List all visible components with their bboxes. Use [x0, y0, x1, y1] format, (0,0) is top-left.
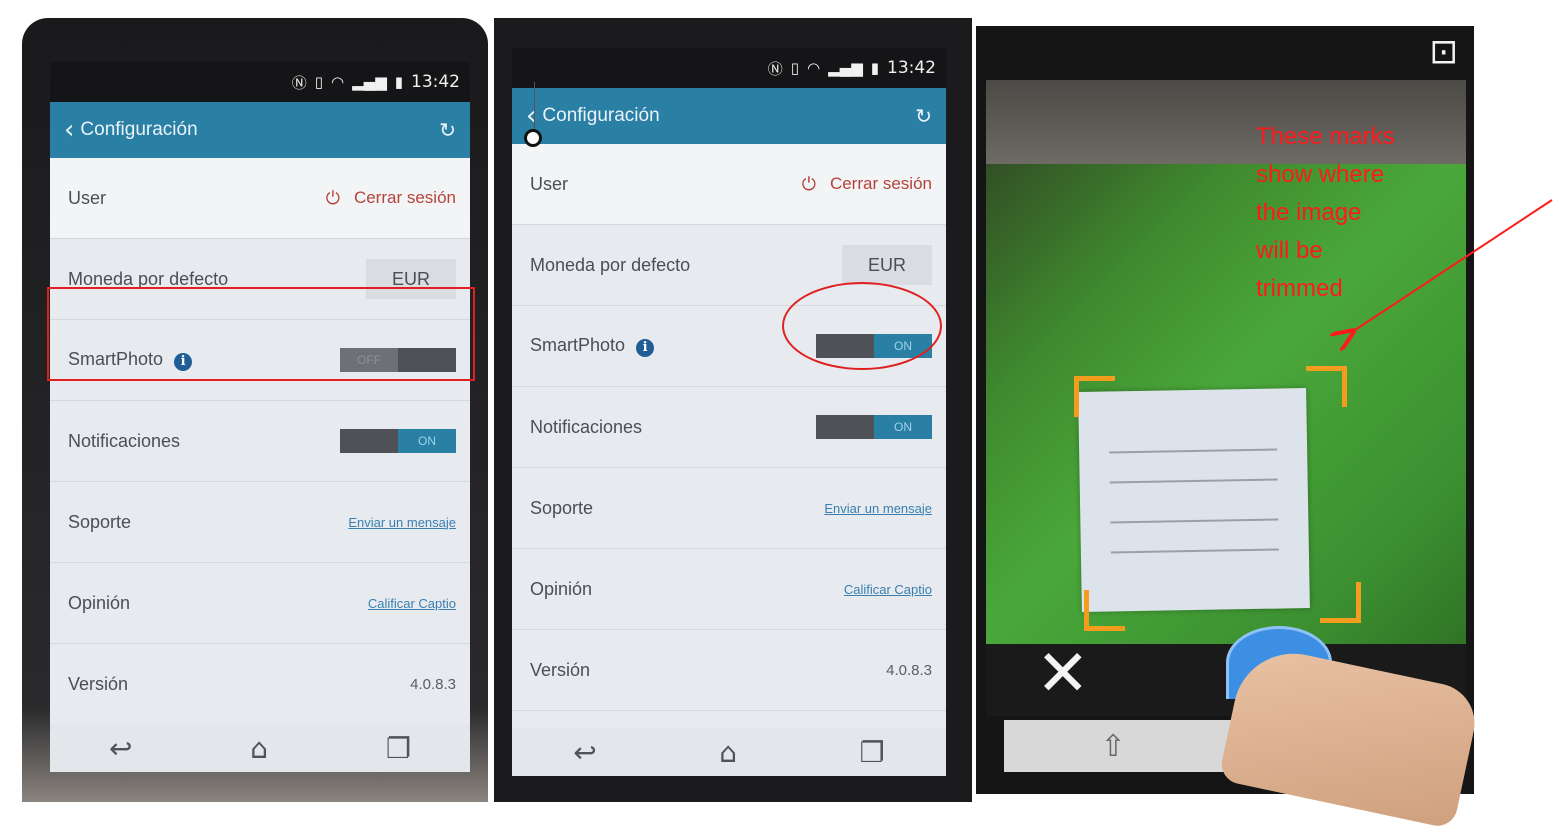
annotation-arrow: [0, 199, 1553, 836]
